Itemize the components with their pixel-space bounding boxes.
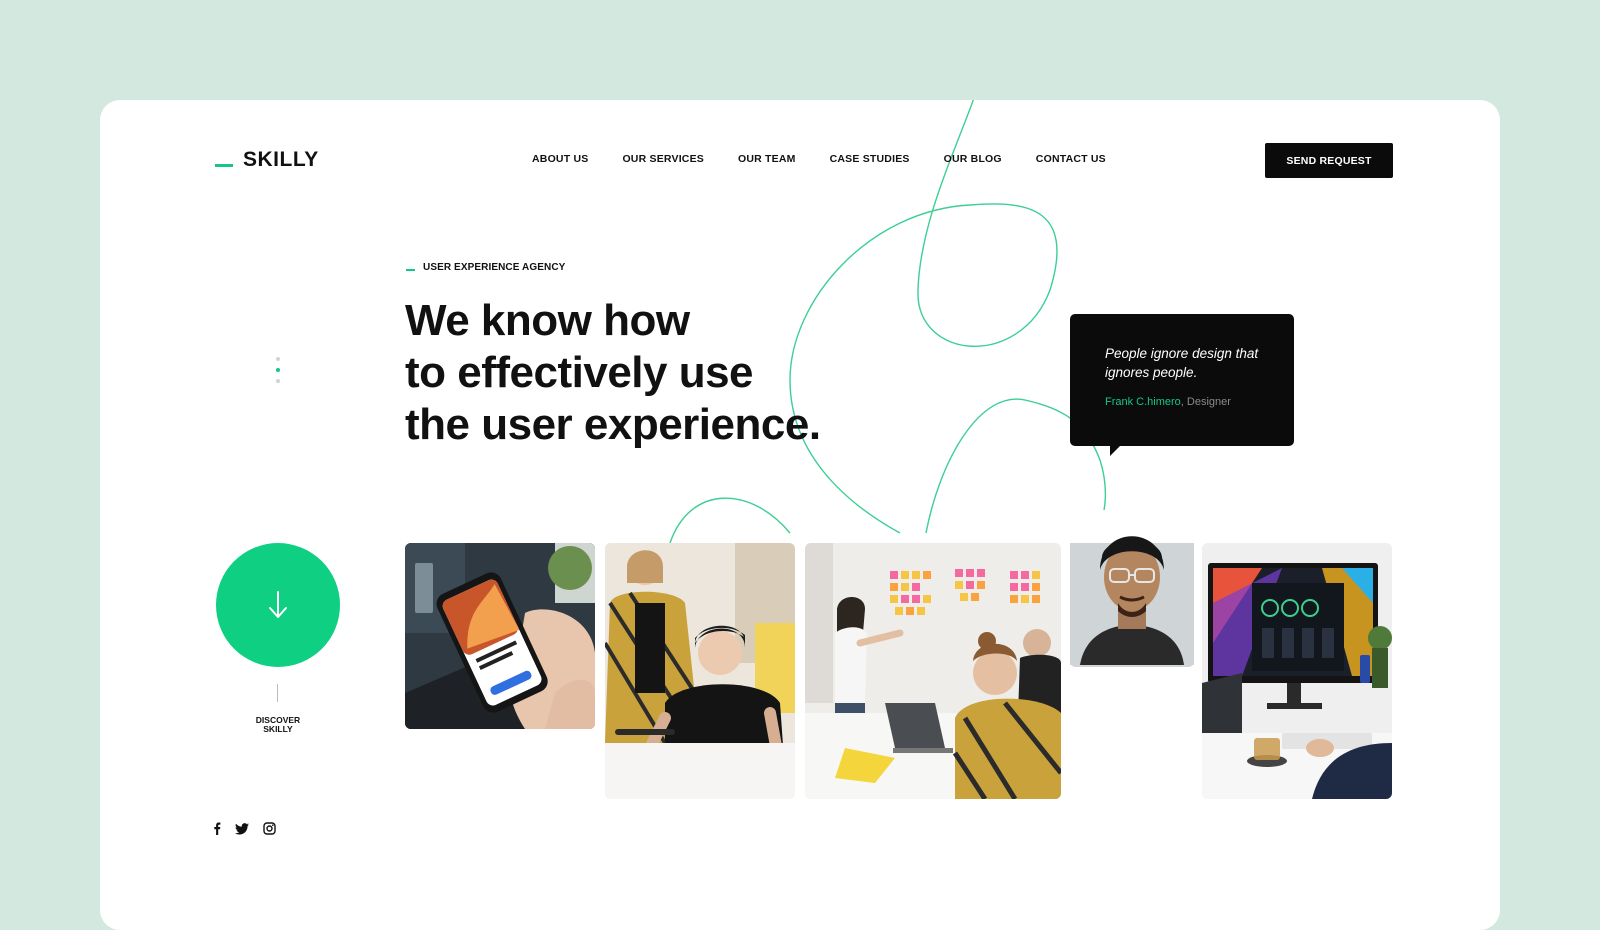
nav-contact-us[interactable]: CONTACT US [1036,153,1106,165]
nav-case-studies[interactable]: CASE STUDIES [830,153,910,165]
nav-our-services[interactable]: OUR SERVICES [622,153,704,165]
instagram-icon[interactable] [263,822,276,840]
headline-line-1: We know how [405,296,690,345]
testimonial-quote: People ignore design that ignores people… [1070,314,1294,456]
nav-our-team[interactable]: OUR TEAM [738,153,796,165]
slider-dots [275,357,281,390]
quote-author-name: Frank C.himero [1105,396,1181,408]
decorative-curve [669,100,1107,544]
quote-text: People ignore design that ignores people… [1105,346,1259,380]
quote-author-role: Designer [1186,396,1231,408]
nav-about-us[interactable]: ABOUT US [532,153,588,165]
eyebrow-text: USER EXPERIENCE AGENCY [423,262,566,273]
discover-label[interactable]: DISCOVER SKILLY [238,716,318,734]
slider-dot-3[interactable] [276,379,280,383]
sticky-notes-meeting-photo [805,543,1061,799]
arrow-down-icon [269,591,287,618]
social-links [213,822,276,840]
facebook-icon[interactable] [213,822,221,840]
slider-dot-1[interactable] [276,357,280,361]
desk-monitor-photo [1202,543,1392,799]
logo[interactable]: SKILLY [215,148,319,172]
eyebrow: USER EXPERIENCE AGENCY [406,262,565,273]
discover-divider [277,684,278,702]
slider-dot-2-active[interactable] [276,368,280,372]
main-nav: ABOUT US OUR SERVICES OUR TEAM CASE STUD… [532,153,1106,165]
designer-team-photo [605,543,795,799]
nav-our-blog[interactable]: OUR BLOG [944,153,1002,165]
quote-author: Frank C.himero, Designer [1105,396,1231,408]
quote-tail [1110,444,1122,456]
twitter-icon[interactable] [235,822,249,840]
send-request-button[interactable]: SEND REQUEST [1265,143,1393,178]
designer-portrait-photo [1070,536,1194,667]
logo-text: SKILLY [243,148,319,171]
hero-headline: We know how to effectively use the user … [405,295,925,451]
logo-dash [215,163,233,167]
eyebrow-dash [406,268,415,271]
headline-line-3: the user experience. [405,400,821,449]
phone-in-hand-photo [405,543,595,729]
page-card: SKILLY ABOUT US OUR SERVICES OUR TEAM CA… [100,100,1500,930]
headline-line-2: to effectively use [405,348,754,397]
discover-button[interactable] [216,543,340,667]
discover-label-line-2: SKILLY [263,724,293,734]
